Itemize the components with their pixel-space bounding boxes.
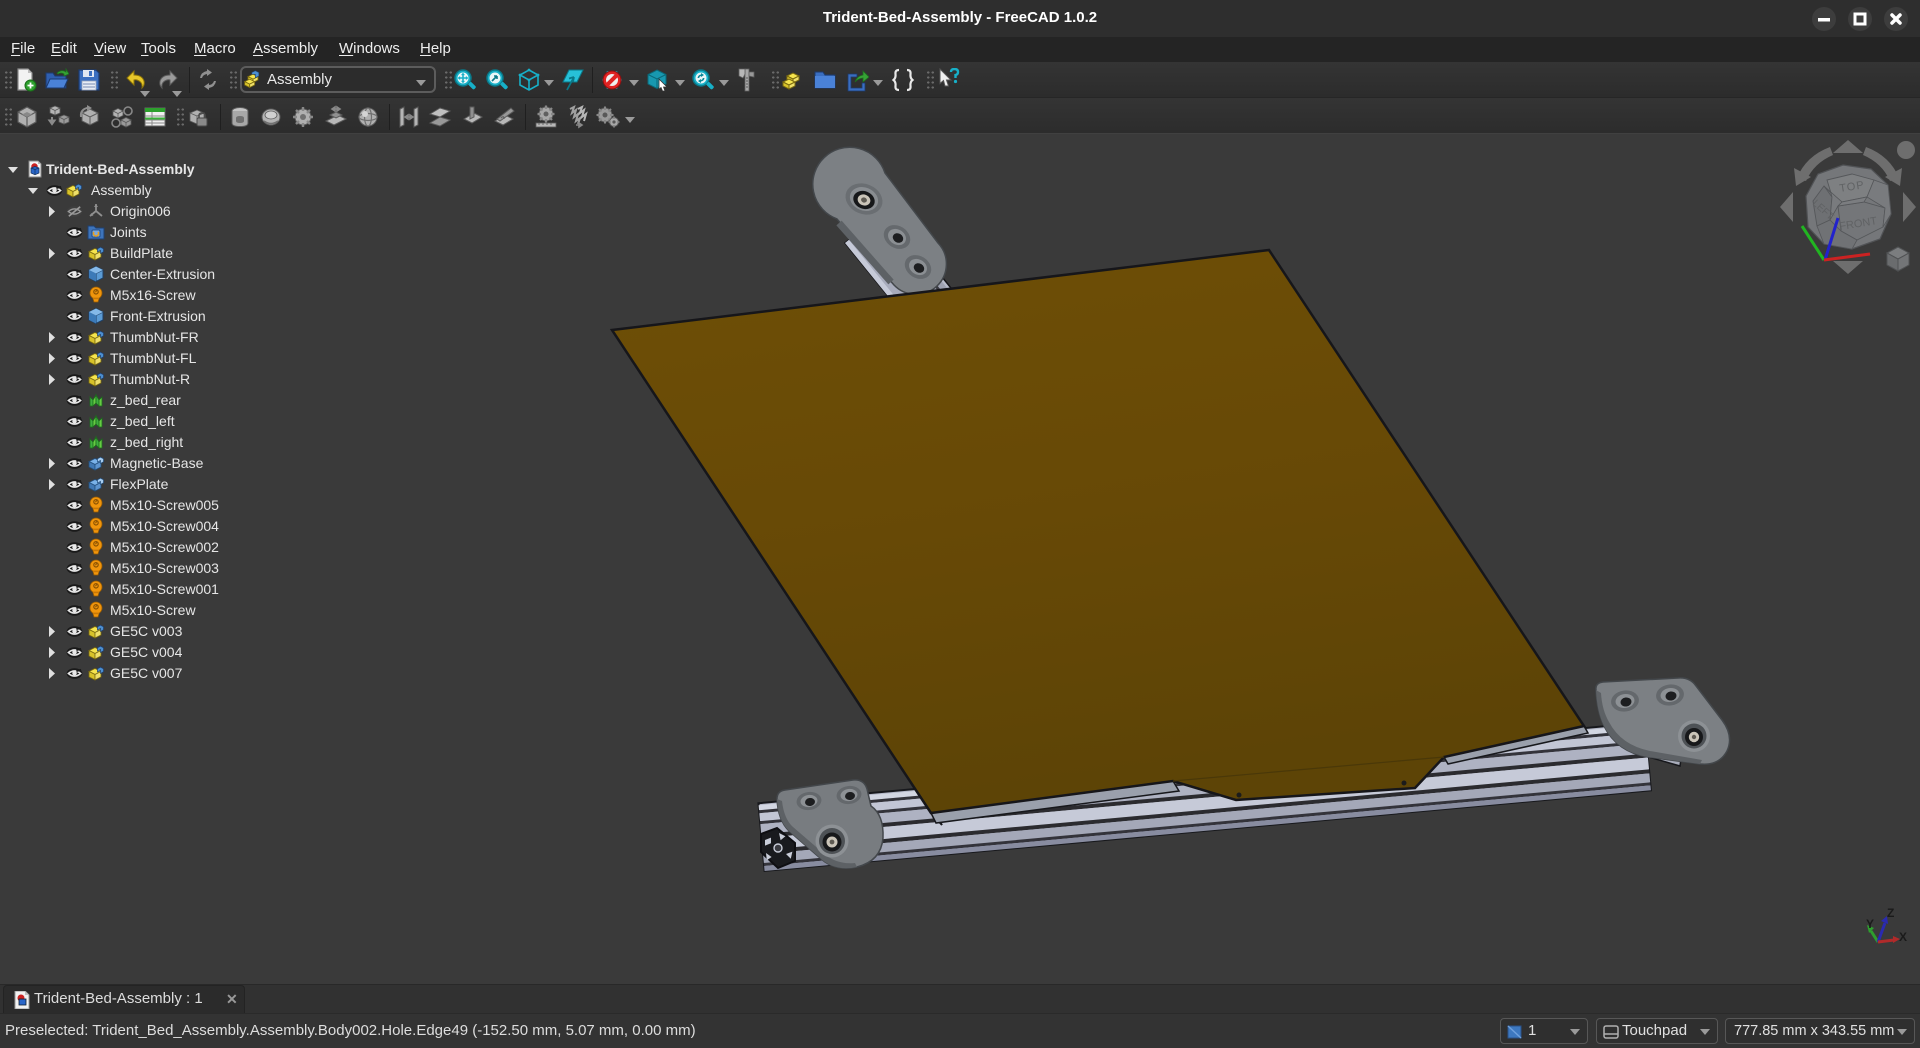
svg-text:Y: Y: [1866, 917, 1874, 931]
svg-text:Z: Z: [1887, 906, 1894, 920]
svg-text:X: X: [1899, 930, 1907, 944]
